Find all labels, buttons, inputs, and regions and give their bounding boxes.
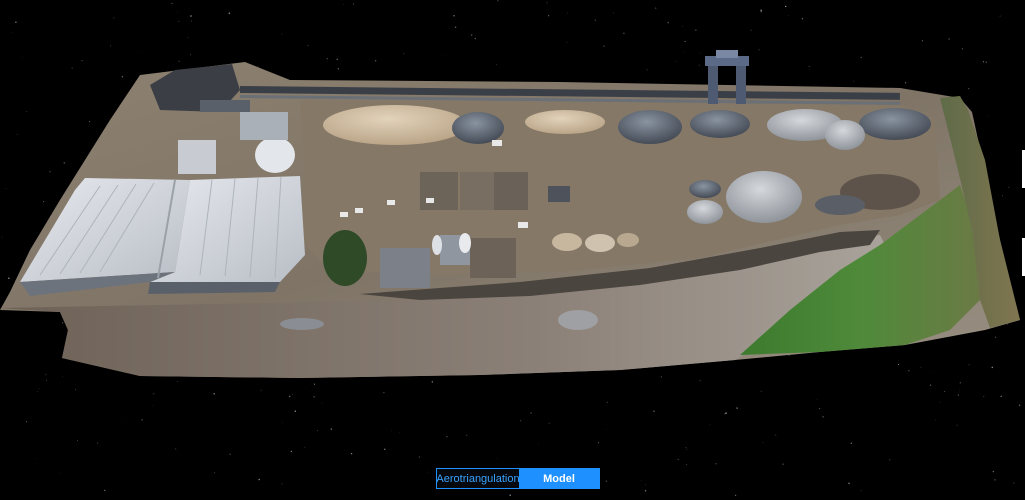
sand-stockpile [323,105,467,145]
tree-cluster [323,230,367,286]
3d-site-model[interactable] [0,0,1025,500]
sand-stockpile-2 [525,110,605,134]
dark-pile-1 [452,112,504,144]
dark-pile-4 [859,108,931,140]
gray-pile-2 [825,120,865,150]
small-sand-pile-2 [585,234,615,252]
dark-pile-right-2 [815,195,865,215]
aerotriangulation-tab[interactable]: Aerotriangulation [436,469,520,488]
gray-cone-large [726,171,802,223]
small-sand-pile-1 [552,233,582,251]
warehouse-buildings [20,176,305,296]
gray-cone-small [687,200,723,224]
model-viewer-canvas[interactable]: Aerotriangulation Model [0,0,1025,500]
view-mode-toggle: Aerotriangulation Model [436,468,600,489]
road-mound-2 [280,318,324,330]
dark-pile-2 [618,110,682,144]
gray-cone-mid [689,180,721,198]
road-mound [558,310,598,330]
model-tab[interactable]: Model [519,469,599,488]
dark-pile-3 [690,110,750,138]
small-sand-pile-3 [617,233,639,247]
